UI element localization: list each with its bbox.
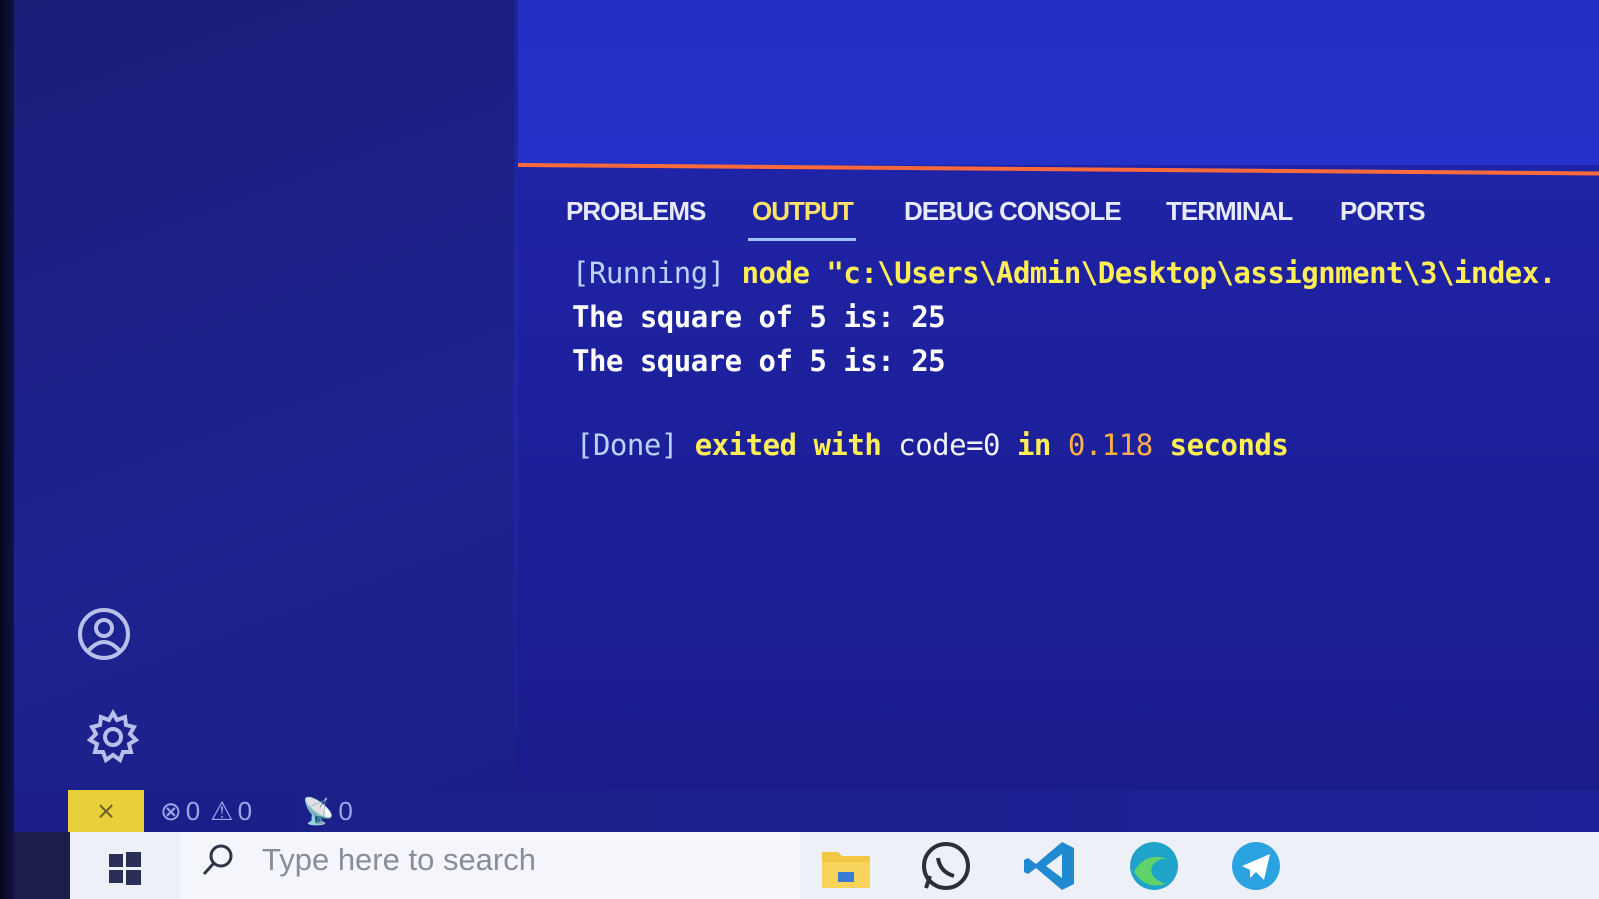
done-tag: [Done]: [576, 428, 678, 462]
output-done-line: [Done] exited with code=0 in 0.118 secon…: [576, 428, 1289, 462]
tab-terminal[interactable]: TERMINAL: [1166, 196, 1293, 227]
search-icon: [202, 844, 233, 876]
editor-area[interactable]: [518, 0, 1599, 165]
error-count: 0: [185, 796, 201, 826]
output-line: The square of 5 is: 25: [572, 300, 946, 334]
whatsapp-icon[interactable]: [918, 838, 974, 894]
ports-status[interactable]: 📡 0: [302, 796, 353, 827]
remote-indicator-button[interactable]: ⨯: [68, 790, 144, 832]
done-exit-code: code=0: [898, 428, 1001, 462]
running-tag: [Running]: [572, 256, 725, 290]
done-in-text: in: [1000, 428, 1068, 462]
warning-icon: ⚠: [210, 796, 234, 826]
search-placeholder: Type here to search: [262, 842, 536, 877]
done-unit: seconds: [1152, 428, 1289, 462]
monitor-bezel: [0, 0, 14, 899]
account-icon[interactable]: [76, 606, 132, 662]
done-time: 0.118: [1067, 428, 1153, 462]
edge-icon[interactable]: [1126, 838, 1182, 894]
broadcast-icon: 📡: [302, 796, 335, 826]
activity-bar: [14, 0, 514, 790]
tab-output[interactable]: OUTPUT: [752, 196, 854, 227]
active-tab-indicator: [748, 238, 856, 241]
file-explorer-icon[interactable]: [818, 838, 874, 894]
taskbar-edge: [14, 832, 70, 899]
gear-icon[interactable]: [84, 708, 142, 766]
tab-problems[interactable]: PROBLEMS: [566, 196, 706, 227]
telegram-icon[interactable]: [1228, 838, 1284, 894]
error-icon: ⊗: [160, 796, 182, 826]
ports-count: 0: [338, 796, 353, 826]
tab-debug-console[interactable]: DEBUG CONSOLE: [904, 196, 1122, 227]
tab-ports[interactable]: PORTS: [1340, 196, 1426, 227]
problems-status[interactable]: ⊗ 0 ⚠ 0: [160, 796, 252, 827]
windows-start-icon[interactable]: [108, 852, 142, 886]
output-running-line: [Running] node "c:\Users\Admin\Desktop\a…: [572, 256, 1556, 290]
remote-icon: ⨯: [95, 797, 117, 825]
running-command: node "c:\Users\Admin\Desktop\assignment\…: [724, 256, 1557, 290]
done-exited-text: exited with: [677, 428, 899, 462]
output-line: The square of 5 is: 25: [572, 344, 946, 378]
vscode-icon[interactable]: [1022, 838, 1078, 894]
warning-count: 0: [237, 796, 253, 826]
